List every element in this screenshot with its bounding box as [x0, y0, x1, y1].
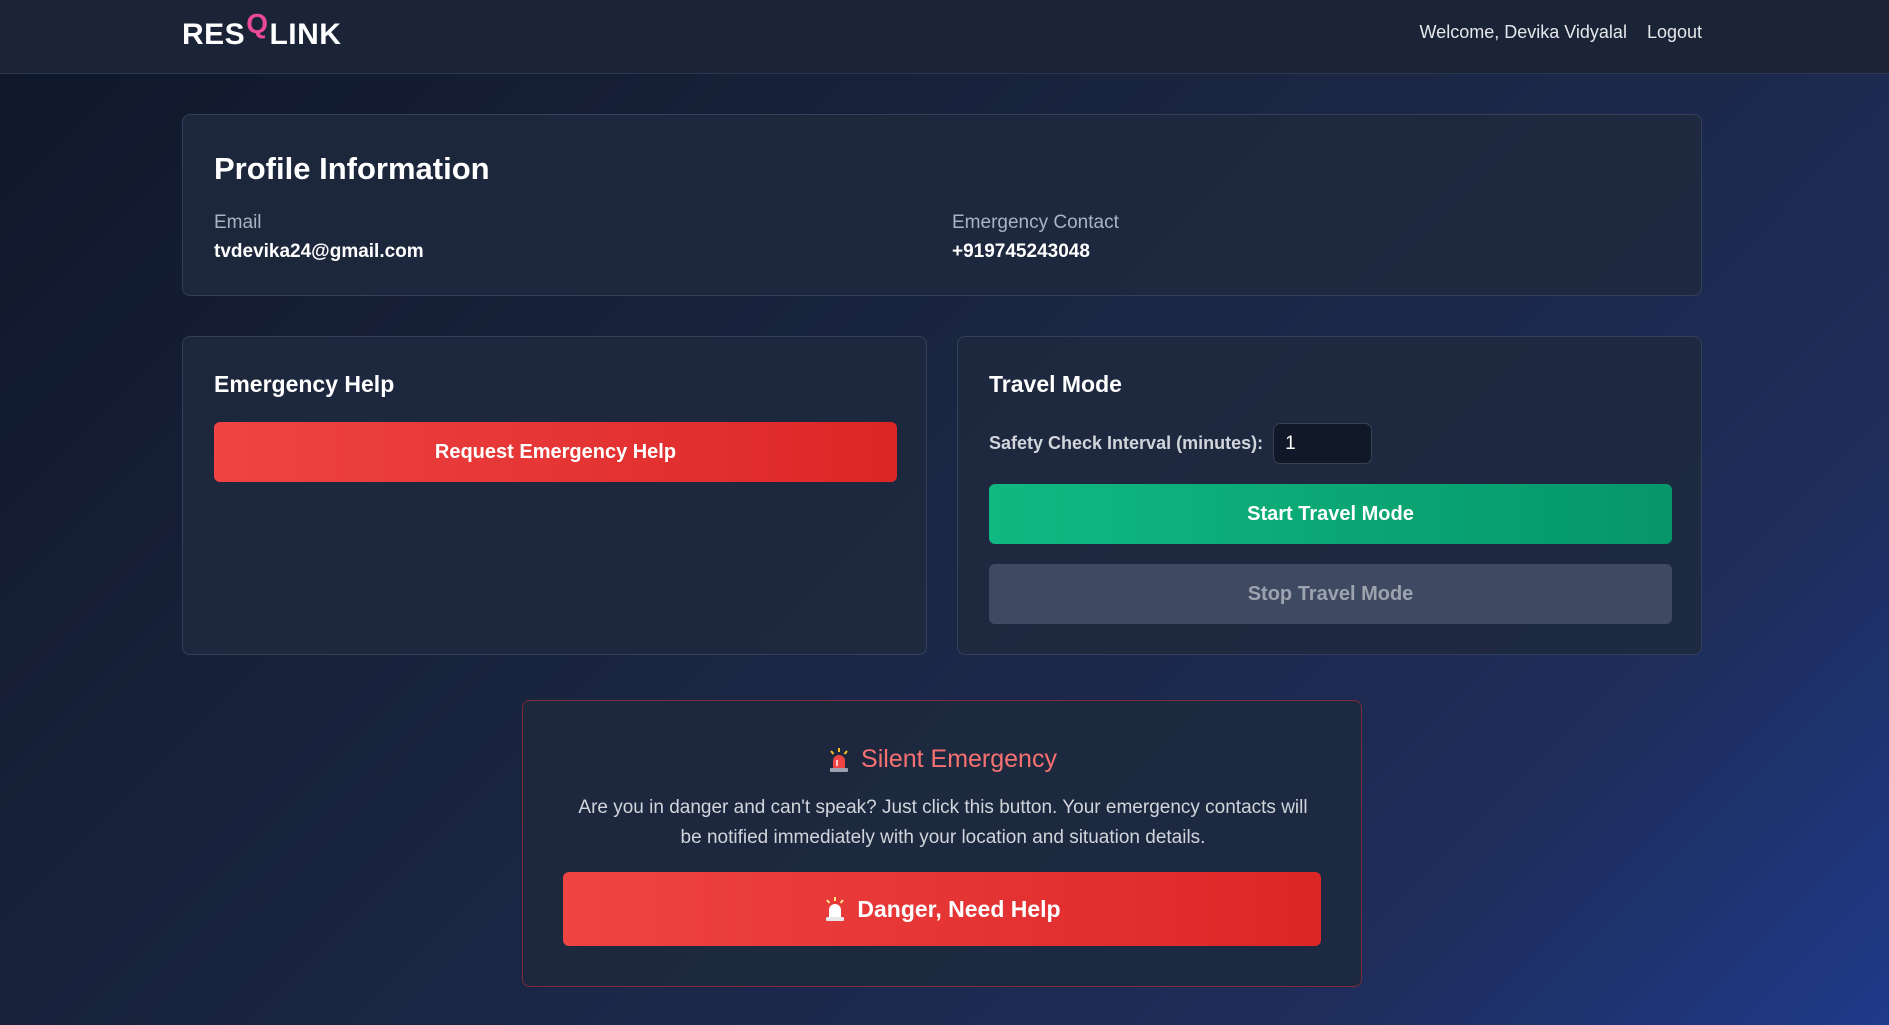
safety-interval-row: Safety Check Interval (minutes):	[989, 423, 1373, 464]
logo-text-prefix: RES	[182, 18, 246, 51]
silent-emergency-heading: Silent Emergency	[523, 745, 1361, 774]
email-label: Email	[214, 212, 262, 233]
profile-card: Profile Information Email tvdevika24@gma…	[182, 114, 1702, 296]
silent-emergency-description: Are you in danger and can't speak? Just …	[578, 797, 1308, 848]
email-value: tvdevika24@gmail.com	[214, 241, 424, 262]
danger-need-help-label: Danger, Need Help	[857, 895, 1061, 922]
emergency-contact-value: +919745243048	[952, 241, 1090, 262]
silent-emergency-card: Silent Emergency Are you in danger and c…	[522, 700, 1362, 987]
profile-title: Profile Information	[214, 151, 490, 186]
logout-link[interactable]: Logout	[1647, 22, 1702, 43]
start-travel-mode-button[interactable]: Start Travel Mode	[989, 484, 1672, 544]
danger-need-help-button[interactable]: Danger, Need Help	[563, 872, 1321, 946]
welcome-text: Welcome, Devika Vidyalal	[1419, 22, 1627, 42]
logo-q-letter: Q	[246, 8, 269, 39]
safety-interval-label: Safety Check Interval (minutes):	[989, 433, 1264, 453]
travel-mode-card: Travel Mode Safety Check Interval (minut…	[957, 336, 1702, 655]
emergency-contact-label: Emergency Contact	[952, 212, 1119, 233]
siren-icon	[823, 896, 847, 922]
silent-emergency-title: Silent Emergency	[861, 745, 1057, 773]
siren-icon	[827, 747, 851, 773]
travel-mode-title: Travel Mode	[989, 371, 1122, 397]
nav-user-area: Welcome, Devika Vidyalal Logout	[1420, 22, 1702, 43]
request-emergency-help-button[interactable]: Request Emergency Help	[214, 422, 897, 482]
logo-text-suffix: LINK	[269, 18, 342, 51]
emergency-help-card: Emergency Help Request Emergency Help	[182, 336, 927, 655]
stop-travel-mode-button[interactable]: Stop Travel Mode	[989, 564, 1672, 624]
app-logo[interactable]: RES Q LINK	[182, 8, 342, 52]
safety-interval-input[interactable]	[1273, 423, 1373, 464]
top-navbar: RES Q LINK Welcome, Devika Vidyalal Logo…	[0, 0, 1889, 74]
emergency-help-title: Emergency Help	[214, 371, 395, 397]
